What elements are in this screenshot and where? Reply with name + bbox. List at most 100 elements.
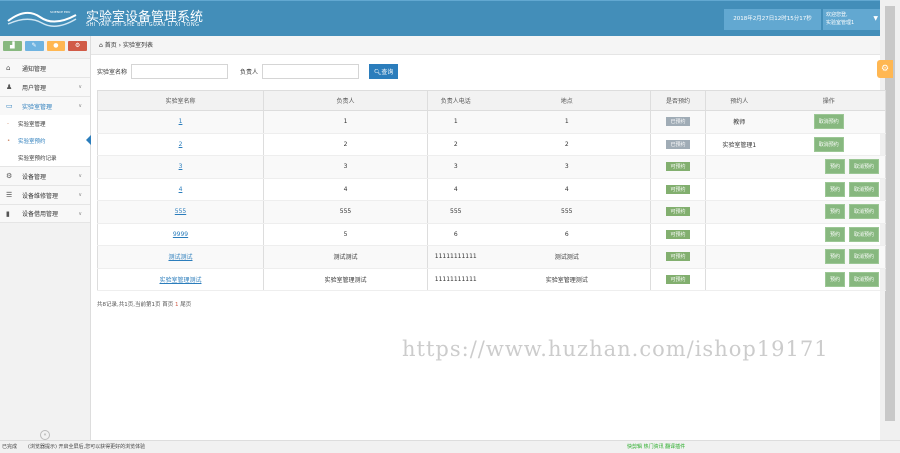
cogs-shortcut-icon[interactable]: ⚙ xyxy=(68,41,87,51)
sub-item-label: 实验室预约 xyxy=(18,138,46,145)
cell-phone: 555 xyxy=(427,200,484,224)
cell-booker xyxy=(705,268,773,291)
sidebar-item-label: 实验室管理 xyxy=(22,103,53,111)
sidebar-item-borrow[interactable]: ▮ 设备借用管理 ∨ xyxy=(0,204,90,223)
lab-name-link[interactable]: 实验室管理测试 xyxy=(159,277,201,284)
cell-phone: 3 xyxy=(427,155,484,179)
cell-owner: 5 xyxy=(263,223,428,246)
sidebar-item-notices[interactable]: ⌂ 通知管理 xyxy=(0,58,90,77)
cell-location: 4 xyxy=(483,178,651,201)
col-header: 预约人 xyxy=(705,90,773,111)
col-header: 负责人电话 xyxy=(427,90,484,111)
cancel-booking-button[interactable]: 取消预约 xyxy=(848,226,879,242)
book-button[interactable]: 预约 xyxy=(824,271,845,287)
cell-status: 可预约 xyxy=(650,223,706,246)
col-header: 地点 xyxy=(483,90,651,111)
owner-input[interactable] xyxy=(262,64,360,79)
pager-summary: 共8记录,共1页,当前第1页 首页 xyxy=(97,302,174,308)
cell-owner: 1 xyxy=(263,110,428,134)
cancel-booking-button[interactable]: 取消预约 xyxy=(813,136,844,152)
logo-text: SCIENCE EDU xyxy=(50,10,71,14)
search-form: 实验室名称 负责人 🔍︎查询 xyxy=(97,64,399,79)
lab-name-link[interactable]: 测试测试 xyxy=(168,254,192,261)
lab-name-link[interactable]: 555 xyxy=(175,208,186,215)
settings-gear-icon[interactable]: ⚙ xyxy=(877,60,893,78)
cell-actions: 取消预约 xyxy=(772,110,886,134)
cancel-booking-button[interactable]: 取消预约 xyxy=(848,159,879,175)
sidebar-item-label: 设备维修管理 xyxy=(22,192,59,200)
cell-phone: 2 xyxy=(427,133,484,156)
sidebar-item-label: 设备借用管理 xyxy=(22,211,59,218)
cell-name: 测试测试 xyxy=(97,245,264,269)
book-button[interactable]: 预约 xyxy=(824,249,845,265)
sidebar-item-labs[interactable]: ▭ 实验室管理 ∨ xyxy=(0,96,90,115)
pager-last[interactable]: 尾页 xyxy=(180,302,191,308)
sidebar-sub-lab-booking[interactable]: • 实验室预约 xyxy=(0,132,91,149)
caret-down-icon: ▼ xyxy=(873,15,878,22)
users-shortcut-icon[interactable]: ● xyxy=(46,41,66,51)
book-button[interactable]: 预约 xyxy=(824,181,845,197)
cancel-booking-button[interactable]: 取消预约 xyxy=(848,204,879,220)
cell-location: 3 xyxy=(483,155,651,179)
cancel-booking-button[interactable]: 取消预约 xyxy=(848,181,879,197)
cell-phone: 11111111111 xyxy=(427,268,484,291)
cell-booker xyxy=(705,200,773,224)
table-row: 3 3 3 3 可预约 预约 取消预约 xyxy=(97,155,886,179)
sidebar-item-equipment[interactable]: ⚙ 设备管理 ∨ xyxy=(0,166,90,185)
pager-current-page[interactable]: 1 xyxy=(175,302,179,308)
breadcrumb-home[interactable]: 首页 xyxy=(105,42,117,49)
col-header: 操作 xyxy=(772,90,886,111)
cell-name: 555 xyxy=(97,200,264,224)
cell-location: 测试测试 xyxy=(483,245,651,269)
cell-status: 已预约 xyxy=(650,110,706,134)
home-icon: ⌂ xyxy=(6,64,11,72)
cell-owner: 4 xyxy=(263,178,428,201)
sidebar-sub-lab-management[interactable]: - 实验室管理 xyxy=(0,115,90,132)
lab-name-link[interactable]: 3 xyxy=(179,163,183,170)
sidebar-item-label: 用户管理 xyxy=(22,84,47,92)
table-row: 2 2 2 2 已预约 实验室管理1 取消预约 xyxy=(97,133,886,156)
cell-status: 可预约 xyxy=(650,245,706,269)
collapse-sidebar-button[interactable]: « xyxy=(40,430,50,440)
cell-location: 2 xyxy=(483,133,651,156)
lab-name-link[interactable]: 1 xyxy=(179,118,183,125)
cancel-booking-button[interactable]: 取消预约 xyxy=(813,114,844,130)
lab-name-link[interactable]: 2 xyxy=(179,141,183,148)
cell-status: 可预约 xyxy=(650,178,706,201)
cell-status: 可预约 xyxy=(650,268,706,291)
chevron-down-icon: ∨ xyxy=(78,173,82,179)
sub-item-label: 实验室管理 xyxy=(18,121,46,128)
sidebar-item-repair[interactable]: ☰ 设备维修管理 ∨ xyxy=(0,185,90,204)
cell-booker: 教师 xyxy=(705,110,773,134)
table-row: 4 4 4 4 可预约 预约 取消预约 xyxy=(97,178,886,201)
cancel-booking-button[interactable]: 取消预约 xyxy=(848,271,879,287)
sidebar-sub-booking-records[interactable]: 实验室预约记录 xyxy=(0,149,90,166)
users-icon: ♟ xyxy=(6,83,13,91)
cell-booker xyxy=(705,178,773,201)
sidebar-item-users[interactable]: ♟ 用户管理 ∨ xyxy=(0,77,90,96)
chevron-down-icon: ∨ xyxy=(78,103,82,109)
cell-phone: 11111111111 xyxy=(427,245,484,269)
table-row: 1 1 1 1 已预约 教师 取消预约 xyxy=(97,110,886,134)
book-button[interactable]: 预约 xyxy=(824,204,845,220)
cell-actions: 预约 取消预约 xyxy=(772,155,886,179)
status-tools[interactable]: 快剪辑 热门资讯 翻译插件 xyxy=(627,441,685,453)
cell-booker: 实验室管理1 xyxy=(705,133,773,156)
book-button[interactable]: 预约 xyxy=(824,159,845,175)
book-button[interactable]: 预约 xyxy=(824,226,845,242)
pencil-shortcut-icon[interactable]: ✎ xyxy=(24,41,44,51)
chart-shortcut-icon[interactable]: ▟ xyxy=(3,41,22,51)
cancel-booking-button[interactable]: 取消预约 xyxy=(848,249,879,265)
sub-item-label: 实验室预约记录 xyxy=(18,155,57,162)
lab-name-link[interactable]: 4 xyxy=(179,186,183,193)
lab-name-input[interactable] xyxy=(131,64,229,79)
search-button[interactable]: 🔍︎查询 xyxy=(369,64,399,79)
cell-name: 1 xyxy=(97,110,264,134)
cell-location: 555 xyxy=(483,200,651,224)
status-badge: 可预约 xyxy=(666,184,690,194)
lab-name-link[interactable]: 9999 xyxy=(173,231,188,238)
user-menu[interactable]: 欢迎您登, 实验室管理1 ▼ xyxy=(823,9,884,30)
chevron-down-icon: ∨ xyxy=(78,84,82,90)
status-badge: 可预约 xyxy=(666,229,690,239)
cell-name: 4 xyxy=(97,178,264,201)
